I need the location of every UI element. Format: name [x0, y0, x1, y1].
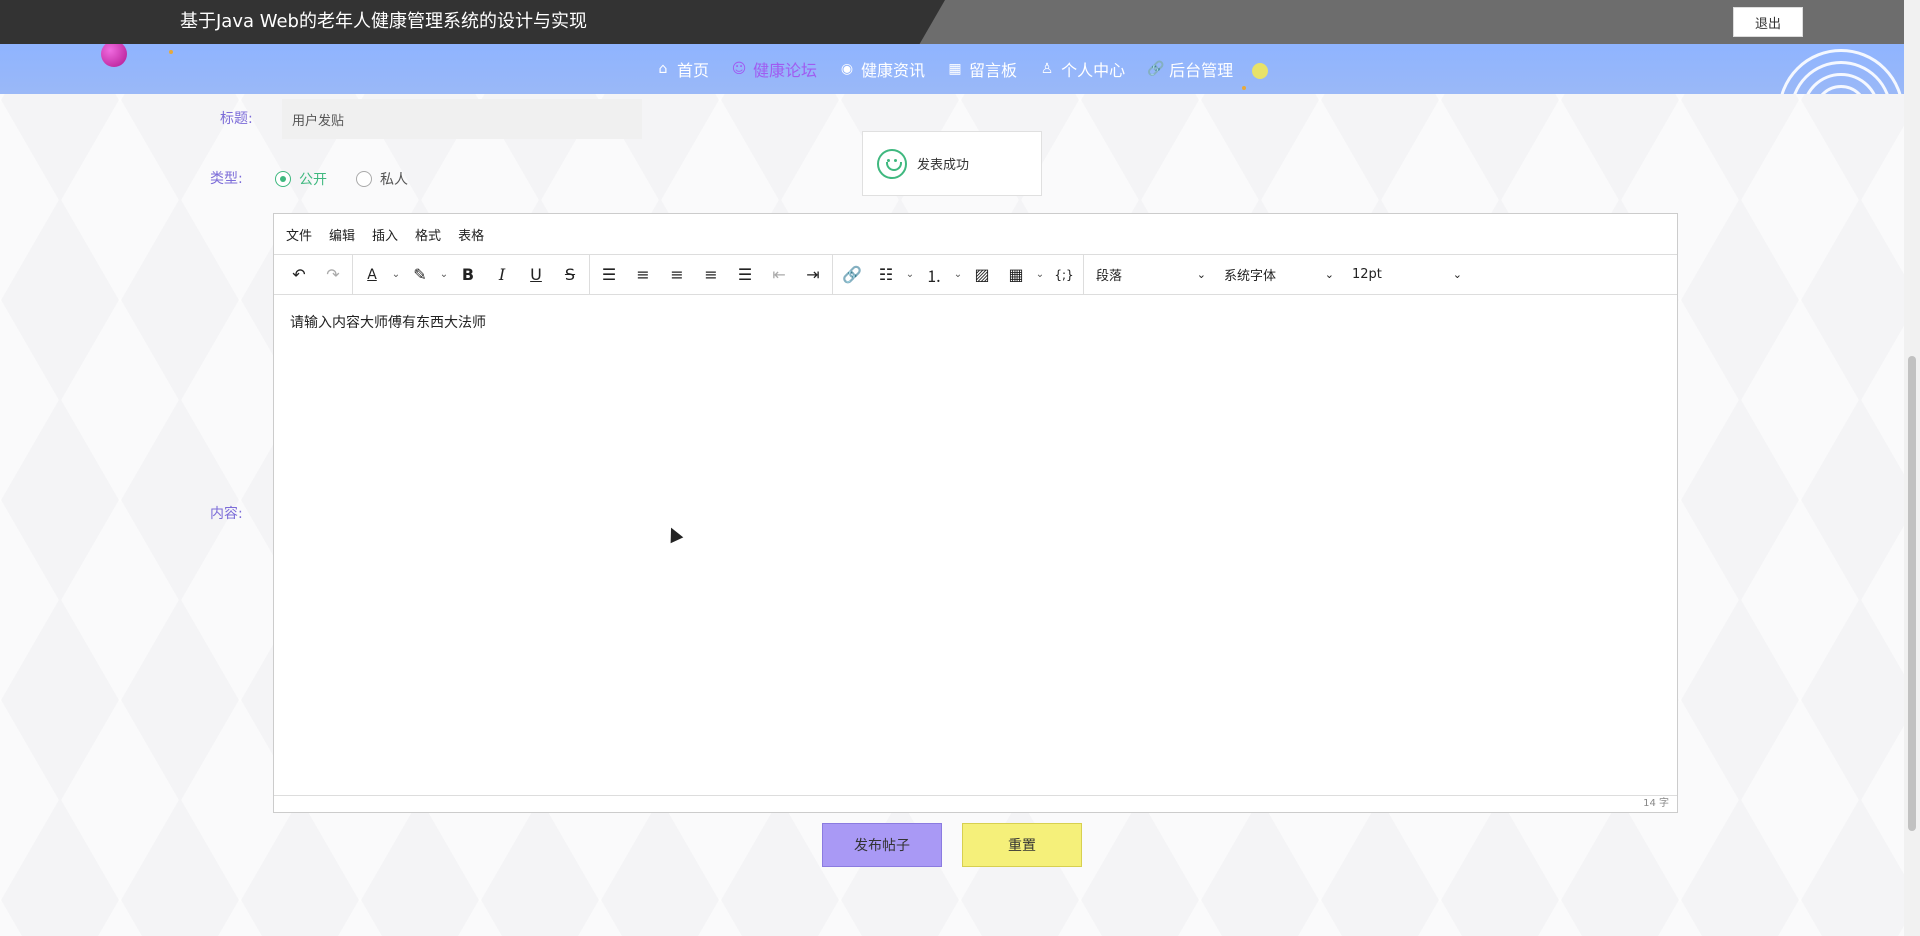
nav-item-label: 首页 [677, 61, 710, 80]
toast-message: 发表成功 [917, 158, 970, 173]
gift-icon: ▦ [948, 61, 962, 77]
table-icon[interactable]: ▦ [999, 260, 1033, 290]
indent-icon[interactable]: ⇥ [796, 260, 830, 290]
editor-content-area[interactable]: 请输入内容大师傅有东西大法师 [274, 294, 1677, 796]
page-scrollbar[interactable] [1904, 0, 1920, 936]
radio-checked-icon [275, 171, 291, 187]
chevron-down-icon: ⌄ [1324, 268, 1334, 281]
scrollbar-thumb[interactable] [1908, 356, 1916, 831]
align-center-icon[interactable]: ≡ [660, 260, 694, 290]
type-label: 类型: [210, 171, 243, 187]
bullet-list-icon[interactable]: ☷ [869, 260, 903, 290]
nav-item-0[interactable]: ⌂ 首页 [655, 57, 709, 81]
font-family-value: 系统字体 [1224, 269, 1277, 284]
chevron-down-icon[interactable]: ⌄ [951, 260, 965, 290]
publish-post-button[interactable]: 发布帖子 [822, 823, 942, 867]
success-toast: 发表成功 [862, 131, 1042, 196]
chevron-down-icon[interactable]: ⌄ [903, 260, 917, 290]
highlight-color-icon[interactable]: ✎ [403, 260, 437, 290]
nav-item-label: 留言板 [969, 61, 1018, 80]
chevron-down-icon[interactable]: ⌄ [437, 260, 451, 290]
title-input[interactable]: 用户发贴 [282, 99, 642, 139]
line-height-icon[interactable]: ☰ [592, 260, 626, 290]
globe-icon: ◉ [840, 61, 854, 77]
italic-icon[interactable]: I [485, 260, 519, 290]
decorative-dot-small [1242, 86, 1246, 90]
home-icon: ⌂ [658, 61, 668, 77]
nav-items: ⌂ 首页 ☺ 健康论坛 ◉ 健康资讯 ▦ 留言板 ♙ 个人中心 🔗 后台管理 [655, 44, 1234, 94]
nav-item-label: 健康论坛 [753, 61, 818, 80]
editor-menu-item[interactable]: 文件 [286, 225, 312, 244]
app-title: 基于Java Web的老年人健康管理系统的设计与实现 [180, 11, 587, 32]
smile-icon: ☺ [731, 61, 747, 77]
content-label: 内容: [210, 506, 243, 522]
decorative-rings [1768, 44, 1904, 94]
toolbar-divider [352, 255, 353, 294]
nav-item-5[interactable]: 🔗 后台管理 [1147, 57, 1233, 81]
radio-private-label: 私人 [380, 172, 408, 188]
align-justify-icon[interactable]: ☰ [728, 260, 762, 290]
link-icon[interactable]: 🔗 [835, 260, 869, 290]
top-header-bar: 基于Java Web的老年人健康管理系统的设计与实现 退出 [0, 0, 1904, 44]
block-format-value: 段落 [1096, 269, 1123, 284]
logout-button[interactable]: 退出 [1733, 7, 1803, 37]
font-family-select[interactable]: 系统字体 ⌄ [1214, 260, 1342, 290]
rich-text-editor: 文件 编辑 插入 格式 表格 ↶ ↷ A ⌄ ✎ ⌄ B I U S ☰ ≡ ≡ ≡ ☰… [273, 213, 1678, 813]
outdent-icon[interactable]: ⇤ [762, 260, 796, 290]
underline-icon[interactable]: U [519, 260, 553, 290]
decorative-ball [101, 44, 127, 67]
user-icon: ♙ [1040, 61, 1054, 77]
font-size-value: 12pt [1352, 267, 1382, 282]
smile-icon [877, 148, 907, 179]
link-icon: 🔗 [1147, 61, 1165, 77]
chevron-down-icon: ⌄ [1196, 268, 1206, 281]
toolbar-divider [589, 255, 590, 294]
radio-public[interactable]: 公开 [275, 169, 327, 189]
editor-menu-item[interactable]: 插入 [372, 225, 398, 244]
redo-icon[interactable]: ↷ [316, 260, 350, 290]
toolbar-divider [832, 255, 833, 294]
numbered-list-icon[interactable]: ⒈ [917, 260, 951, 290]
nav-item-2[interactable]: ◉ 健康资讯 [839, 57, 925, 81]
radio-public-label: 公开 [299, 172, 327, 188]
editor-menu-item[interactable]: 格式 [415, 225, 441, 244]
nav-item-label: 后台管理 [1169, 61, 1234, 80]
radio-unchecked-icon [356, 171, 372, 187]
word-count: 14 字 [274, 795, 1677, 812]
block-format-select[interactable]: 段落 ⌄ [1086, 260, 1214, 290]
undo-icon[interactable]: ↶ [282, 260, 316, 290]
chevron-down-icon: ⌄ [1452, 268, 1462, 281]
editor-toolbar: ↶ ↷ A ⌄ ✎ ⌄ B I U S ☰ ≡ ≡ ≡ ☰ ⇤ ⇥ 🔗 ☷ ⌄ … [274, 255, 1677, 295]
code-icon[interactable]: {;} [1047, 260, 1081, 290]
reset-button[interactable]: 重置 [962, 823, 1082, 867]
editor-menu-item[interactable]: 编辑 [329, 225, 355, 244]
main-nav: ⌂ 首页 ☺ 健康论坛 ◉ 健康资讯 ▦ 留言板 ♙ 个人中心 🔗 后台管理 [0, 44, 1904, 94]
align-left-icon[interactable]: ≡ [626, 260, 660, 290]
chevron-down-icon[interactable]: ⌄ [1033, 260, 1047, 290]
editor-menubar: 文件 编辑 插入 格式 表格 [274, 214, 1677, 255]
nav-item-3[interactable]: ▦ 留言板 [947, 57, 1017, 81]
nav-item-1[interactable]: ☺ 健康论坛 [731, 57, 817, 81]
editor-menu-item[interactable]: 表格 [458, 225, 484, 244]
decorative-spark [169, 50, 173, 54]
nav-item-label: 健康资讯 [861, 61, 926, 80]
strikethrough-icon[interactable]: S [553, 260, 587, 290]
decorative-dot [1252, 63, 1268, 79]
nav-item-label: 个人中心 [1061, 61, 1126, 80]
title-label: 标题: [220, 111, 253, 127]
toolbar-divider [1083, 255, 1084, 294]
image-icon[interactable]: ▨ [965, 260, 999, 290]
align-right-icon[interactable]: ≡ [694, 260, 728, 290]
font-size-select[interactable]: 12pt ⌄ [1342, 260, 1470, 290]
nav-item-4[interactable]: ♙ 个人中心 [1039, 57, 1125, 81]
radio-private[interactable]: 私人 [356, 169, 408, 189]
bold-icon[interactable]: B [451, 260, 485, 290]
text-color-icon[interactable]: A [355, 260, 389, 290]
chevron-down-icon[interactable]: ⌄ [389, 260, 403, 290]
